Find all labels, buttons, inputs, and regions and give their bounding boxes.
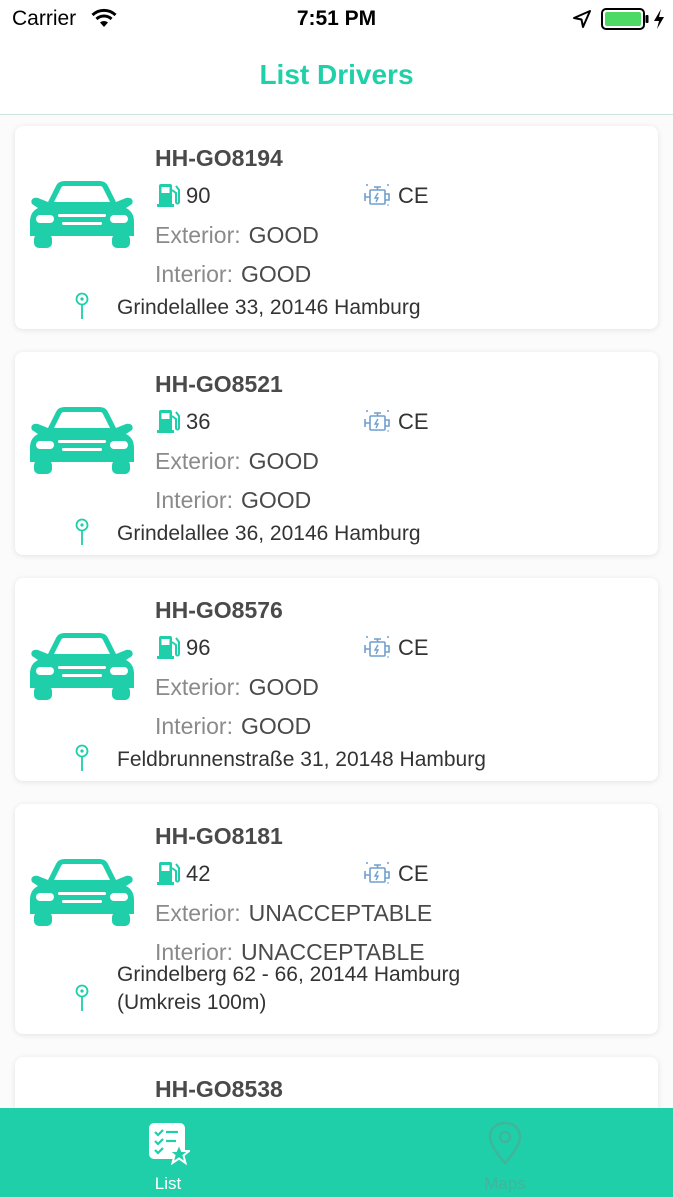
location-pin-icon [75, 518, 89, 546]
engine-type: CE [398, 861, 429, 886]
engine-type: CE [398, 635, 429, 660]
car-icon [30, 859, 134, 926]
engine-icon [364, 409, 390, 433]
engine-icon [364, 861, 390, 885]
tab-maps[interactable]: Maps [337, 1108, 673, 1197]
plate-number: HH-GO8181 [155, 823, 283, 849]
exterior-label: Exterior: [155, 222, 241, 248]
exterior-row: Exterior: GOOD [155, 222, 319, 249]
address: Feldbrunnenstraße 31, 20148 Hamburg [117, 748, 486, 771]
exterior-label: Exterior: [155, 900, 241, 926]
fuel-pump-icon [157, 635, 180, 660]
exterior-value: GOOD [248, 222, 319, 248]
location-pin-icon [75, 984, 89, 1012]
engine-icon [364, 635, 390, 659]
checklist-star-icon [149, 1123, 190, 1166]
car-icon [30, 633, 134, 700]
engine-icon [364, 183, 390, 207]
interior-label: Interior: [155, 261, 233, 287]
address: Grindelberg 62 - 66, 20144 Hamburg (Umkr… [117, 963, 461, 1014]
fuel-pump-icon [157, 409, 180, 434]
interior-row: Interior: GOOD [155, 713, 311, 740]
battery-icon [601, 8, 649, 30]
map-pin-icon [488, 1121, 522, 1165]
driver-card[interactable]: HH-GO8194 90 CE Exterior: GOOD Interior: G… [15, 126, 658, 329]
location-pin-icon [75, 744, 89, 772]
screen: Carrier 7:51 PM List Drivers HH-GO8194 9… [0, 0, 673, 1197]
plate-number: HH-GO8538 [155, 1076, 283, 1102]
location-arrow-icon [573, 10, 591, 28]
exterior-row: Exterior: GOOD [155, 448, 319, 475]
plate-number: HH-GO8521 [155, 371, 283, 397]
engine-type: CE [398, 409, 429, 434]
interior-label: Interior: [155, 713, 233, 739]
location-pin-icon [75, 292, 89, 320]
fuel-pump-icon [157, 183, 180, 208]
exterior-label: Exterior: [155, 674, 241, 700]
status-bar: Carrier 7:51 PM [0, 0, 673, 38]
driver-card[interactable]: HH-GO8181 42 CE Exterior: UNACCEPTABLE In… [15, 804, 658, 1034]
exterior-value: GOOD [248, 448, 319, 474]
exterior-value: GOOD [248, 674, 319, 700]
tab-list-label: List [154, 1174, 182, 1193]
charging-bolt-icon [654, 9, 664, 29]
fuel-level: 36 [186, 409, 211, 434]
tab-list[interactable]: List [0, 1108, 336, 1197]
driver-card[interactable]: HH-GO8521 36 CE Exterior: GOOD Interior: G… [15, 352, 658, 555]
interior-value: GOOD [240, 261, 312, 287]
interior-label: Interior: [155, 487, 233, 513]
exterior-label: Exterior: [155, 448, 241, 474]
engine-type: CE [398, 183, 429, 208]
car-icon [30, 407, 134, 474]
fuel-level: 42 [186, 861, 211, 886]
navigation-bar: List Drivers [0, 38, 673, 115]
tab-maps-label: Maps [484, 1174, 526, 1193]
plate-number: HH-GO8194 [155, 145, 283, 171]
plate-number: HH-GO8576 [155, 597, 283, 623]
interior-value: GOOD [240, 713, 312, 739]
driver-card[interactable]: HH-GO8538 [15, 1057, 658, 1108]
exterior-value: UNACCEPTABLE [248, 900, 433, 926]
fuel-level: 90 [186, 183, 211, 208]
exterior-row: Exterior: GOOD [155, 674, 319, 701]
drivers-list[interactable]: HH-GO8194 90 CE Exterior: GOOD Interior: G… [0, 116, 673, 1108]
fuel-level: 96 [186, 635, 211, 660]
interior-value: GOOD [240, 487, 312, 513]
address: Grindelallee 33, 20146 Hamburg [117, 296, 421, 319]
address: Grindelallee 36, 20146 Hamburg [117, 522, 421, 545]
fuel-pump-icon [157, 861, 180, 886]
car-icon [30, 181, 134, 248]
interior-row: Interior: GOOD [155, 487, 311, 514]
interior-row: Interior: GOOD [155, 261, 311, 288]
page-title: List Drivers [259, 59, 414, 90]
exterior-row: Exterior: UNACCEPTABLE [155, 900, 432, 927]
driver-card[interactable]: HH-GO8576 96 CE Exterior: GOOD Interior: G… [15, 578, 658, 781]
tab-bar: List Maps [0, 1108, 673, 1197]
